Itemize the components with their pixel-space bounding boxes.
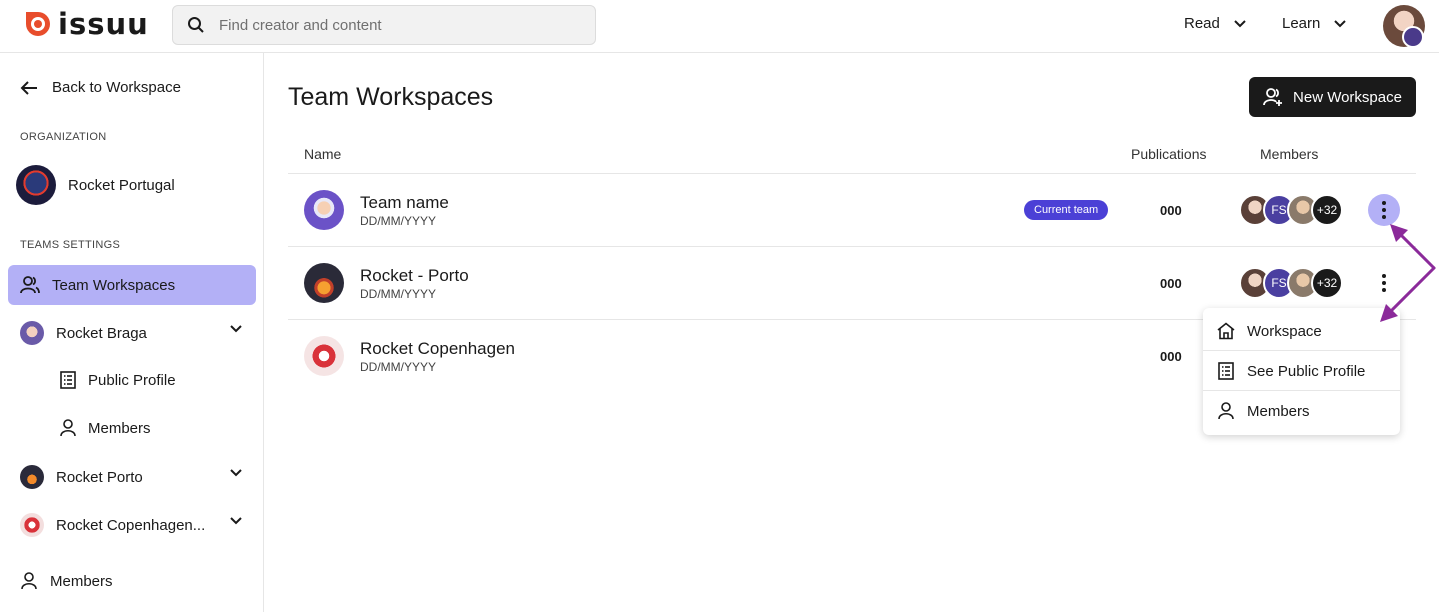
sidebar-item-public-profile[interactable]: Public Profile — [60, 371, 176, 389]
chevron-down-icon[interactable] — [230, 325, 242, 333]
teams-settings-section-label: TEAMS SETTINGS — [20, 239, 121, 251]
sidebar-item-members[interactable]: Members — [8, 561, 256, 601]
team-avatar — [20, 513, 44, 537]
back-to-workspace-link[interactable]: Back to Workspace — [20, 79, 181, 96]
chevron-down-icon — [1234, 19, 1246, 27]
sidebar-item-rocket-porto[interactable]: Rocket Porto — [8, 457, 256, 497]
page-title: Team Workspaces — [288, 83, 494, 111]
arrow-left-icon — [20, 80, 37, 95]
sidebar-item-rocket-braga[interactable]: Rocket Braga — [8, 313, 256, 353]
sidebar: Back to Workspace ORGANIZATION Rocket Po… — [0, 53, 264, 612]
column-header-publications: Publications — [1131, 146, 1207, 162]
sidebar-item-label: Members — [88, 419, 151, 437]
team-avatar — [304, 336, 344, 376]
sidebar-item-label: Rocket Braga — [56, 324, 147, 342]
search-icon — [188, 17, 204, 33]
back-label: Back to Workspace — [52, 79, 181, 96]
context-menu: Workspace See Public Profile Members — [1203, 308, 1400, 435]
organization-item[interactable]: Rocket Portugal — [16, 165, 175, 205]
brand-name: issuu — [58, 7, 149, 41]
menu-item-label: Workspace — [1247, 322, 1322, 340]
sidebar-item-label: Public Profile — [88, 371, 176, 389]
menu-item-members[interactable]: Members — [1203, 391, 1400, 431]
kebab-icon — [1382, 201, 1386, 219]
read-label: Read — [1184, 15, 1220, 32]
team-date: DD/MM/YYYY — [360, 287, 437, 301]
publications-count: 000 — [1160, 276, 1182, 291]
chevron-down-icon[interactable] — [230, 469, 242, 477]
chevron-down-icon[interactable] — [230, 517, 242, 525]
sidebar-item-members-braga[interactable]: Members — [60, 419, 151, 437]
list-icon — [60, 371, 76, 389]
team-avatar — [304, 263, 344, 303]
learn-menu[interactable]: Learn — [1282, 15, 1347, 32]
column-header-members: Members — [1260, 146, 1319, 162]
member-avatars[interactable]: FS +32 — [1239, 194, 1343, 226]
current-team-badge: Current team — [1024, 200, 1109, 220]
organization-name: Rocket Portugal — [68, 176, 175, 194]
person-icon — [1218, 402, 1234, 420]
home-icon — [1217, 322, 1235, 340]
organization-avatar — [16, 165, 56, 205]
new-workspace-label: New Workspace — [1293, 88, 1402, 106]
member-avatars[interactable]: FS +32 — [1239, 267, 1343, 299]
menu-item-see-public-profile[interactable]: See Public Profile — [1203, 351, 1400, 391]
person-icon — [21, 572, 37, 590]
sidebar-item-label: Rocket Porto — [56, 468, 143, 486]
menu-item-label: Members — [1247, 402, 1310, 420]
table-header-divider — [288, 173, 1416, 174]
annotation-arrows — [1380, 224, 1436, 322]
top-bar: issuu Read Learn — [0, 0, 1439, 53]
sidebar-item-rocket-copenhagen[interactable]: Rocket Copenhagen... — [8, 505, 256, 545]
team-date: DD/MM/YYYY — [360, 360, 437, 374]
sidebar-item-label: Members — [50, 572, 113, 590]
issuu-logo-icon — [26, 12, 50, 36]
sidebar-item-label: Rocket Copenhagen... — [56, 516, 206, 534]
team-icon — [20, 276, 40, 294]
sidebar-item-label: Team Workspaces — [52, 276, 176, 294]
more-members-count: +32 — [1311, 267, 1343, 299]
person-icon — [60, 419, 76, 437]
team-date: DD/MM/YYYY — [360, 214, 437, 228]
organization-section-label: ORGANIZATION — [20, 131, 107, 143]
row-divider — [288, 246, 1416, 247]
sidebar-item-team-workspaces[interactable]: Team Workspaces — [8, 265, 256, 305]
menu-item-label: See Public Profile — [1247, 362, 1366, 380]
team-avatar — [20, 321, 44, 345]
chevron-down-icon — [1334, 19, 1347, 27]
list-icon — [1218, 362, 1234, 380]
search-input[interactable] — [219, 16, 579, 34]
team-name: Team name — [360, 193, 449, 212]
publications-count: 000 — [1160, 349, 1182, 364]
team-name: Rocket - Porto — [360, 266, 469, 285]
team-avatar — [304, 190, 344, 230]
read-menu[interactable]: Read — [1184, 15, 1246, 32]
more-members-count: +32 — [1311, 194, 1343, 226]
team-icon — [1263, 88, 1283, 106]
issuu-logo[interactable]: issuu — [24, 7, 149, 41]
learn-label: Learn — [1282, 15, 1321, 32]
team-name: Rocket Copenhagen — [360, 339, 516, 358]
search-bar[interactable] — [172, 5, 596, 45]
org-avatar-badge — [1402, 26, 1424, 48]
column-header-name: Name — [304, 146, 342, 162]
new-workspace-button[interactable]: New Workspace — [1249, 77, 1416, 117]
team-avatar — [20, 465, 44, 489]
publications-count: 000 — [1160, 203, 1182, 218]
